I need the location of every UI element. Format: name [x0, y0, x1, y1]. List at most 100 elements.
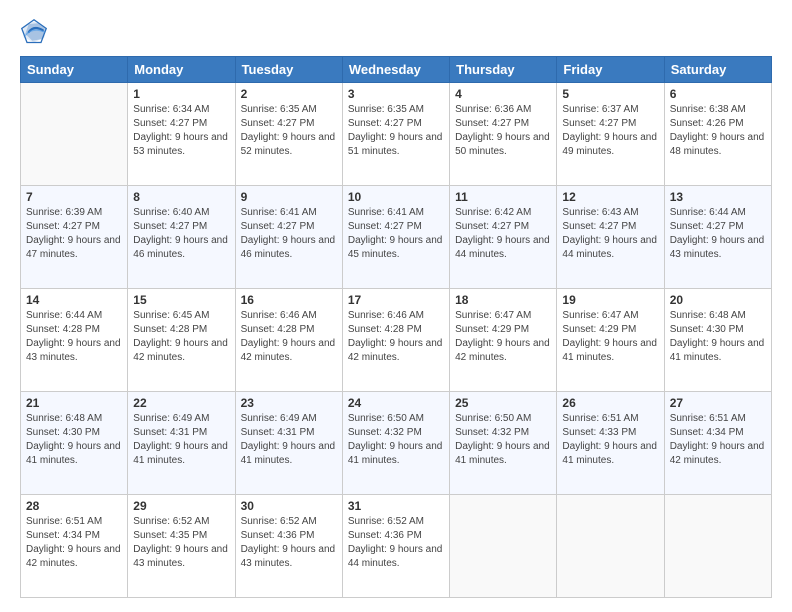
weekday-header: Sunday	[21, 57, 128, 83]
calendar-cell: 26 Sunrise: 6:51 AMSunset: 4:33 PMDayligh…	[557, 392, 664, 495]
day-info: Sunrise: 6:47 AMSunset: 4:29 PMDaylight:…	[455, 309, 551, 365]
day-number: 28	[26, 499, 122, 513]
day-number: 20	[670, 293, 766, 307]
calendar-cell: 25 Sunrise: 6:50 AMSunset: 4:32 PMDayligh…	[450, 392, 557, 495]
day-number: 15	[133, 293, 229, 307]
calendar-cell: 29 Sunrise: 6:52 AMSunset: 4:35 PMDayligh…	[128, 495, 235, 598]
day-info: Sunrise: 6:38 AMSunset: 4:26 PMDaylight:…	[670, 103, 766, 159]
calendar-cell: 11 Sunrise: 6:42 AMSunset: 4:27 PMDayligh…	[450, 186, 557, 289]
logo	[20, 18, 54, 46]
day-info: Sunrise: 6:35 AMSunset: 4:27 PMDaylight:…	[241, 103, 337, 159]
day-number: 31	[348, 499, 444, 513]
day-number: 7	[26, 190, 122, 204]
weekday-header: Thursday	[450, 57, 557, 83]
calendar-cell	[664, 495, 771, 598]
day-number: 2	[241, 87, 337, 101]
calendar-cell: 16Sunrise: 6:46 AMSunset: 4:28 PMDayligh…	[235, 289, 342, 392]
calendar-cell: 1Sunrise: 6:34 AMSunset: 4:27 PMDaylight…	[128, 83, 235, 186]
day-number: 5	[562, 87, 658, 101]
calendar-cell: 12 Sunrise: 6:43 AMSunset: 4:27 PMDayligh…	[557, 186, 664, 289]
calendar-cell: 2 Sunrise: 6:35 AMSunset: 4:27 PMDaylight…	[235, 83, 342, 186]
day-info: Sunrise: 6:37 AMSunset: 4:27 PMDaylight:…	[562, 103, 658, 159]
calendar-cell: 24Sunrise: 6:50 AMSunset: 4:32 PMDayligh…	[342, 392, 449, 495]
day-info: Sunrise: 6:51 AMSunset: 4:34 PMDaylight:…	[26, 515, 122, 571]
calendar-week-row: 1Sunrise: 6:34 AMSunset: 4:27 PMDaylight…	[21, 83, 772, 186]
weekday-header: Wednesday	[342, 57, 449, 83]
calendar-week-row: 28 Sunrise: 6:51 AMSunset: 4:34 PMDayligh…	[21, 495, 772, 598]
header-row: SundayMondayTuesdayWednesdayThursdayFrid…	[21, 57, 772, 83]
day-info: Sunrise: 6:52 AMSunset: 4:36 PMDaylight:…	[241, 515, 337, 571]
calendar-cell: 17Sunrise: 6:46 AMSunset: 4:28 PMDayligh…	[342, 289, 449, 392]
calendar-cell: 28 Sunrise: 6:51 AMSunset: 4:34 PMDayligh…	[21, 495, 128, 598]
day-info: Sunrise: 6:48 AMSunset: 4:30 PMDaylight:…	[670, 309, 766, 365]
weekday-header: Tuesday	[235, 57, 342, 83]
weekday-header: Friday	[557, 57, 664, 83]
calendar-cell: 4 Sunrise: 6:36 AMSunset: 4:27 PMDaylight…	[450, 83, 557, 186]
day-info: Sunrise: 6:52 AMSunset: 4:36 PMDaylight:…	[348, 515, 444, 571]
day-number: 8	[133, 190, 229, 204]
calendar-cell: 22Sunrise: 6:49 AMSunset: 4:31 PMDayligh…	[128, 392, 235, 495]
day-info: Sunrise: 6:39 AMSunset: 4:27 PMDaylight:…	[26, 206, 122, 262]
day-info: Sunrise: 6:52 AMSunset: 4:35 PMDaylight:…	[133, 515, 229, 571]
day-number: 23	[241, 396, 337, 410]
day-info: Sunrise: 6:47 AMSunset: 4:29 PMDaylight:…	[562, 309, 658, 365]
calendar-cell: 19Sunrise: 6:47 AMSunset: 4:29 PMDayligh…	[557, 289, 664, 392]
day-info: Sunrise: 6:51 AMSunset: 4:34 PMDaylight:…	[670, 412, 766, 468]
day-number: 29	[133, 499, 229, 513]
day-info: Sunrise: 6:41 AMSunset: 4:27 PMDaylight:…	[348, 206, 444, 262]
day-info: Sunrise: 6:46 AMSunset: 4:28 PMDaylight:…	[348, 309, 444, 365]
day-info: Sunrise: 6:49 AMSunset: 4:31 PMDaylight:…	[241, 412, 337, 468]
calendar-cell: 5 Sunrise: 6:37 AMSunset: 4:27 PMDaylight…	[557, 83, 664, 186]
day-number: 13	[670, 190, 766, 204]
day-number: 9	[241, 190, 337, 204]
day-info: Sunrise: 6:35 AMSunset: 4:27 PMDaylight:…	[348, 103, 444, 159]
calendar-cell: 23 Sunrise: 6:49 AMSunset: 4:31 PMDayligh…	[235, 392, 342, 495]
calendar-cell: 15Sunrise: 6:45 AMSunset: 4:28 PMDayligh…	[128, 289, 235, 392]
page: SundayMondayTuesdayWednesdayThursdayFrid…	[0, 0, 792, 612]
day-info: Sunrise: 6:36 AMSunset: 4:27 PMDaylight:…	[455, 103, 551, 159]
day-info: Sunrise: 6:44 AMSunset: 4:28 PMDaylight:…	[26, 309, 122, 365]
calendar-cell: 14 Sunrise: 6:44 AMSunset: 4:28 PMDayligh…	[21, 289, 128, 392]
day-number: 6	[670, 87, 766, 101]
calendar-week-row: 7 Sunrise: 6:39 AMSunset: 4:27 PMDaylight…	[21, 186, 772, 289]
calendar-cell: 10 Sunrise: 6:41 AMSunset: 4:27 PMDayligh…	[342, 186, 449, 289]
day-info: Sunrise: 6:43 AMSunset: 4:27 PMDaylight:…	[562, 206, 658, 262]
day-number: 14	[26, 293, 122, 307]
calendar-cell: 3 Sunrise: 6:35 AMSunset: 4:27 PMDaylight…	[342, 83, 449, 186]
calendar-cell: 30Sunrise: 6:52 AMSunset: 4:36 PMDayligh…	[235, 495, 342, 598]
calendar-cell	[450, 495, 557, 598]
day-info: Sunrise: 6:40 AMSunset: 4:27 PMDaylight:…	[133, 206, 229, 262]
day-number: 3	[348, 87, 444, 101]
day-info: Sunrise: 6:34 AMSunset: 4:27 PMDaylight:…	[133, 103, 229, 159]
calendar-cell: 20 Sunrise: 6:48 AMSunset: 4:30 PMDayligh…	[664, 289, 771, 392]
calendar-cell: 27 Sunrise: 6:51 AMSunset: 4:34 PMDayligh…	[664, 392, 771, 495]
day-number: 25	[455, 396, 551, 410]
logo-icon	[20, 18, 48, 46]
day-number: 12	[562, 190, 658, 204]
day-number: 11	[455, 190, 551, 204]
calendar-cell: 21 Sunrise: 6:48 AMSunset: 4:30 PMDayligh…	[21, 392, 128, 495]
calendar-cell: 31 Sunrise: 6:52 AMSunset: 4:36 PMDayligh…	[342, 495, 449, 598]
day-number: 10	[348, 190, 444, 204]
day-info: Sunrise: 6:51 AMSunset: 4:33 PMDaylight:…	[562, 412, 658, 468]
day-info: Sunrise: 6:42 AMSunset: 4:27 PMDaylight:…	[455, 206, 551, 262]
calendar-cell: 8 Sunrise: 6:40 AMSunset: 4:27 PMDaylight…	[128, 186, 235, 289]
calendar-cell	[557, 495, 664, 598]
day-info: Sunrise: 6:49 AMSunset: 4:31 PMDaylight:…	[133, 412, 229, 468]
day-number: 18	[455, 293, 551, 307]
header	[20, 18, 772, 46]
day-info: Sunrise: 6:46 AMSunset: 4:28 PMDaylight:…	[241, 309, 337, 365]
day-number: 21	[26, 396, 122, 410]
weekday-header: Saturday	[664, 57, 771, 83]
calendar-cell: 7 Sunrise: 6:39 AMSunset: 4:27 PMDaylight…	[21, 186, 128, 289]
day-number: 27	[670, 396, 766, 410]
calendar-week-row: 14 Sunrise: 6:44 AMSunset: 4:28 PMDayligh…	[21, 289, 772, 392]
day-info: Sunrise: 6:44 AMSunset: 4:27 PMDaylight:…	[670, 206, 766, 262]
calendar-cell: 9Sunrise: 6:41 AMSunset: 4:27 PMDaylight…	[235, 186, 342, 289]
day-number: 26	[562, 396, 658, 410]
calendar-cell: 13 Sunrise: 6:44 AMSunset: 4:27 PMDayligh…	[664, 186, 771, 289]
calendar-cell	[21, 83, 128, 186]
day-number: 4	[455, 87, 551, 101]
day-info: Sunrise: 6:48 AMSunset: 4:30 PMDaylight:…	[26, 412, 122, 468]
day-info: Sunrise: 6:50 AMSunset: 4:32 PMDaylight:…	[455, 412, 551, 468]
